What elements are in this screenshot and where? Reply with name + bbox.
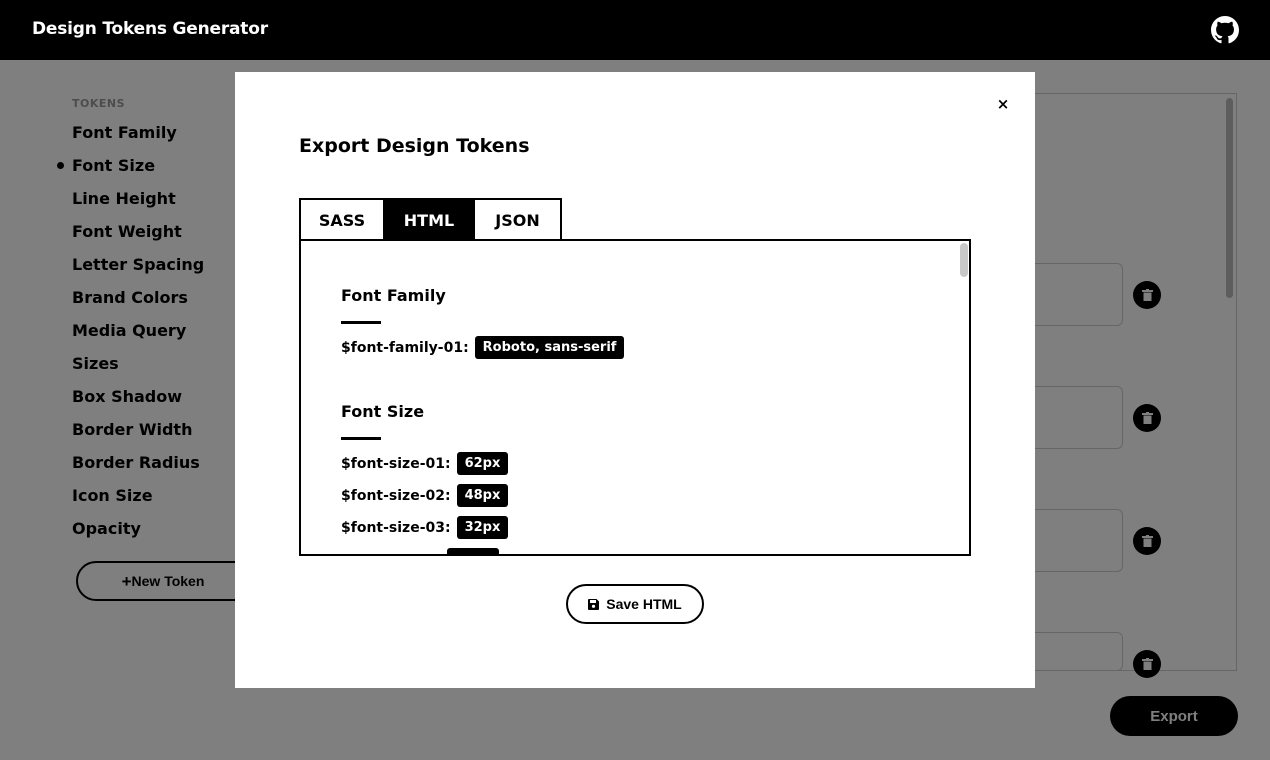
save-icon xyxy=(588,598,600,610)
token-value-badge: 32px xyxy=(456,516,509,539)
github-icon[interactable] xyxy=(1211,16,1239,44)
tab-sass[interactable]: SASS xyxy=(301,200,385,240)
modal-title: Export Design Tokens xyxy=(299,135,530,157)
token-line: $font-family-01: Roboto, sans-serif xyxy=(341,336,625,359)
token-name: $font-size-02: xyxy=(341,487,451,504)
close-icon[interactable]: × xyxy=(993,94,1013,114)
preview-scrollbar[interactable] xyxy=(960,243,968,277)
group-title: Font Family xyxy=(341,286,446,305)
tab-html[interactable]: HTML xyxy=(385,200,475,240)
token-value-badge xyxy=(447,548,499,554)
token-line: $font-size-03: 32px xyxy=(341,516,509,539)
token-value-badge: 48px xyxy=(456,484,509,507)
export-modal: × Export Design Tokens SASS HTML JSON Fo… xyxy=(235,72,1035,688)
group-title: Font Size xyxy=(341,402,425,421)
tab-json[interactable]: JSON xyxy=(475,200,560,240)
token-name: $font-family-01: xyxy=(341,339,469,356)
token-name: $font-size-03: xyxy=(341,519,451,536)
token-value-badge: Roboto, sans-serif xyxy=(474,336,625,359)
top-bar: Design Tokens Generator xyxy=(0,0,1270,60)
export-preview[interactable]: Font Family $font-family-01: Roboto, san… xyxy=(299,239,971,556)
token-name: $font-size-01: xyxy=(341,455,451,472)
token-line: $font-size-01: 62px xyxy=(341,452,509,475)
format-tabs: SASS HTML JSON xyxy=(299,198,562,240)
save-label: Save HTML xyxy=(606,596,682,612)
app-title: Design Tokens Generator xyxy=(32,19,268,39)
token-value-badge: 62px xyxy=(456,452,509,475)
group-divider xyxy=(341,437,381,440)
group-divider xyxy=(341,321,381,324)
save-html-button[interactable]: Save HTML xyxy=(566,584,704,624)
token-line: $font-size-02: 48px xyxy=(341,484,509,507)
